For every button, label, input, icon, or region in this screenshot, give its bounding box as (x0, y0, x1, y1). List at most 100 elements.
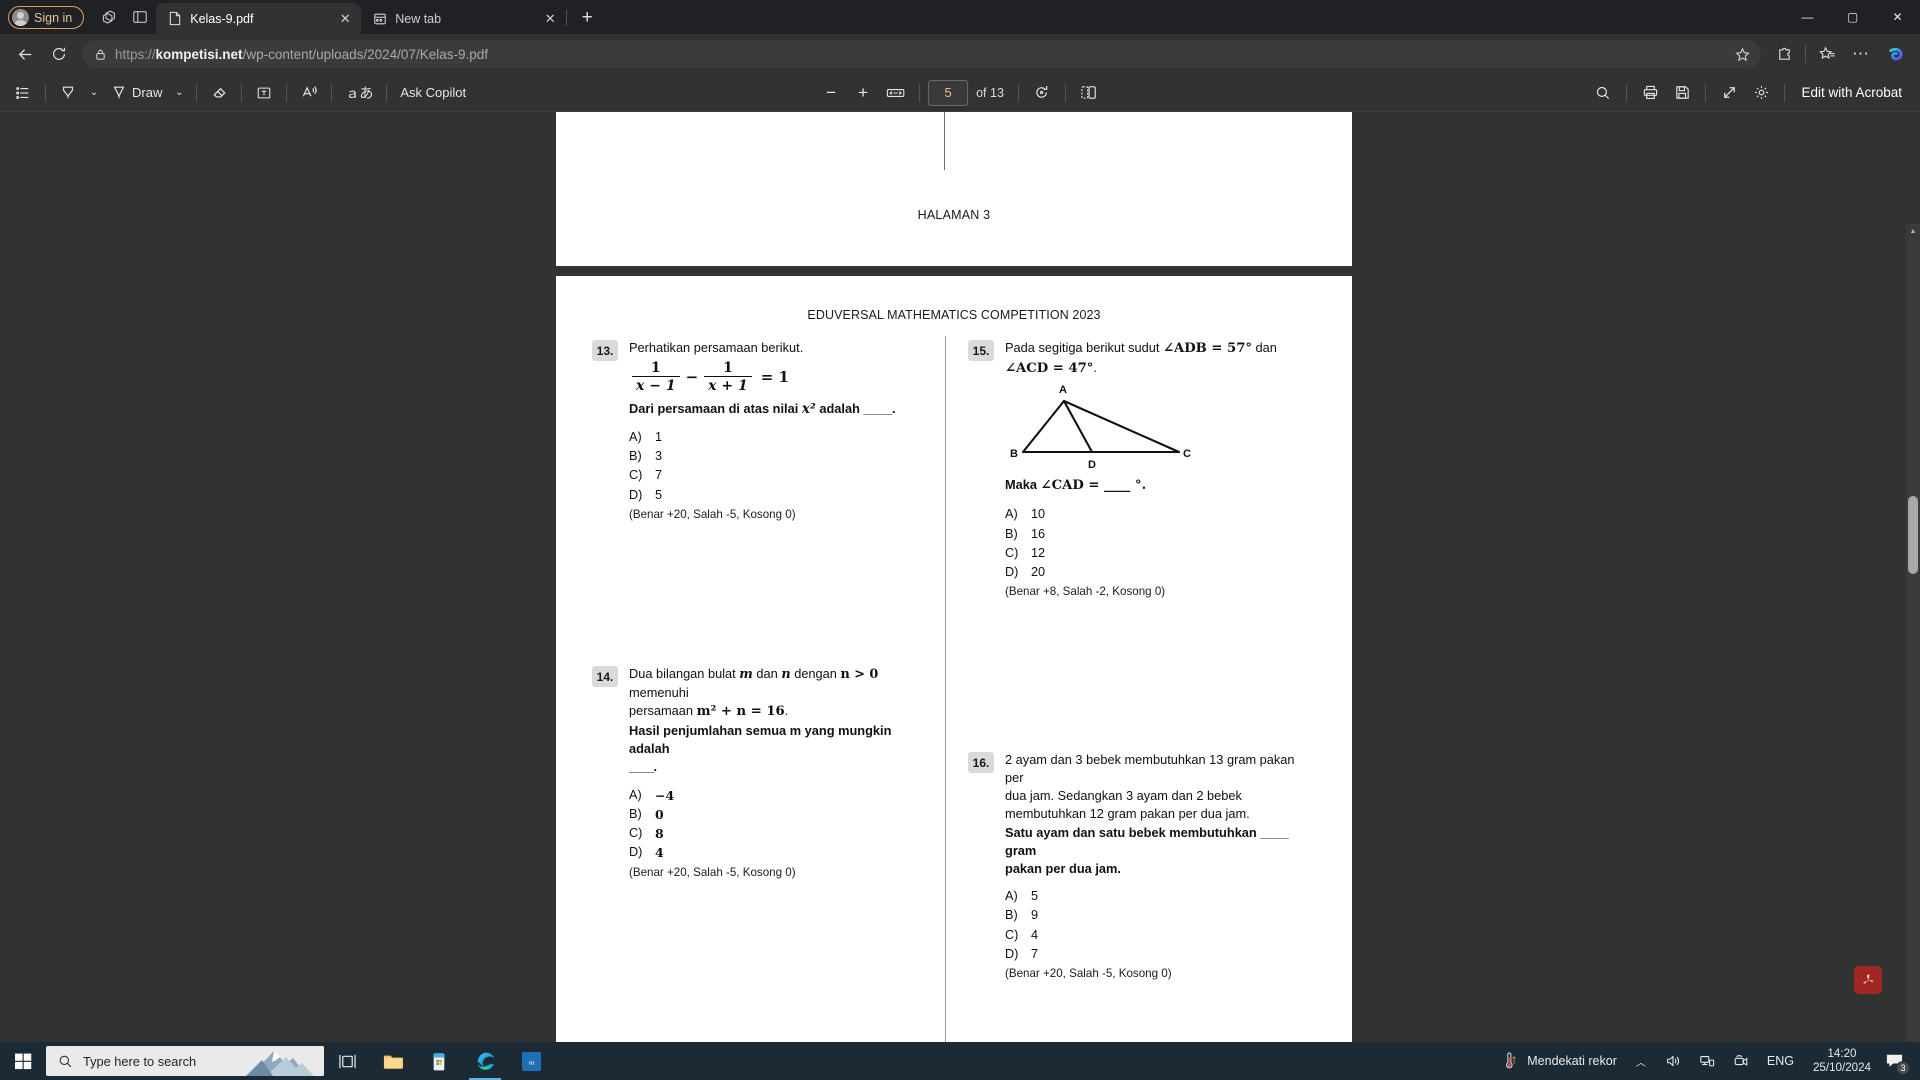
option-d[interactable]: D) 20 (1005, 563, 1277, 582)
vertical-scrollbar[interactable]: ▲ ▼ (1906, 224, 1920, 1042)
close-window-button[interactable]: ✕ (1875, 0, 1920, 34)
volume-icon[interactable] (1656, 1042, 1690, 1080)
option-a[interactable]: A) 1 (629, 428, 896, 447)
question-14: 14. Dua bilangan bulat m dan n dengan n … (592, 665, 922, 881)
page-layout-icon[interactable] (1074, 79, 1104, 107)
option-c[interactable]: C) 7 (629, 466, 896, 485)
option-value: 16 (1031, 526, 1046, 541)
copilot-icon[interactable] (1878, 39, 1912, 69)
scoring-note: (Benar +8, Salah -2, Kosong 0) (1005, 585, 1166, 599)
read-aloud-icon[interactable] (294, 79, 324, 107)
option-value: 4 (1031, 927, 1039, 942)
edit-with-acrobat-button[interactable]: Edit with Acrobat (1793, 79, 1910, 107)
tab-kelas-9-pdf[interactable]: Kelas-9.pdf ✕ (156, 3, 362, 34)
sign-in-button[interactable]: Sign in (8, 6, 85, 29)
page-number-input[interactable]: 5 (928, 79, 969, 106)
windows-start-icon[interactable] (0, 1042, 46, 1080)
microsoft-edge-icon[interactable] (462, 1042, 508, 1080)
task-view-icon[interactable] (324, 1042, 370, 1080)
question-15: 15. Pada segitiga berikut sudut ∠ADB = 5… (968, 339, 1298, 601)
url-domain: kompetisi.net (155, 46, 243, 62)
option-a[interactable]: A) −4 (629, 786, 922, 805)
option-d[interactable]: D) 7 (1005, 945, 1303, 964)
option-c[interactable]: C) 8 (629, 824, 922, 843)
star-icon[interactable] (1729, 42, 1755, 66)
eraser-icon[interactable] (204, 79, 234, 107)
new-tab-button[interactable]: + (573, 3, 601, 31)
question-stem-line-1: 2 ayam dan 3 bebek membutuhkan 13 gram p… (1005, 752, 1295, 786)
option-b[interactable]: B) 0 (629, 805, 922, 824)
network-icon[interactable] (1690, 1042, 1724, 1080)
option-d[interactable]: D) 5 (629, 486, 896, 505)
tab-close-icon[interactable]: ✕ (541, 10, 559, 28)
clock[interactable]: 14:20 25/10/2024 (1803, 1042, 1881, 1080)
app-icon[interactable]: ∞ (508, 1042, 554, 1080)
gear-icon[interactable] (1746, 79, 1776, 107)
language-indicator[interactable]: ENG (1758, 1042, 1803, 1080)
option-value: 20 (1031, 565, 1046, 580)
question-body: Pada segitiga berikut sudut ∠ADB = 57° d… (1005, 339, 1277, 601)
table-of-contents-icon[interactable] (8, 79, 38, 107)
ask-copilot-button[interactable]: Ask Copilot (394, 79, 472, 107)
option-a[interactable]: A) 10 (1005, 505, 1277, 524)
extensions-icon[interactable] (1767, 39, 1801, 69)
option-b[interactable]: B) 3 (629, 447, 896, 466)
question-stem-line-2: ∠ACD = 47°. (1005, 359, 1277, 379)
option-b[interactable]: B) 16 (1005, 525, 1277, 544)
fraction-numerator: 1 (723, 360, 733, 377)
acrobat-badge-icon[interactable] (1854, 966, 1882, 994)
tab-new-tab[interactable]: New tab ✕ (361, 3, 566, 34)
highlight-icon[interactable] (53, 79, 83, 107)
text-box-icon[interactable] (249, 79, 279, 107)
draw-button[interactable]: Draw (105, 79, 168, 107)
toolbar-divider (286, 83, 288, 102)
option-d[interactable]: D) 4 (629, 843, 922, 862)
translate-icon[interactable]: ａあ (339, 79, 379, 107)
split-screen-icon[interactable] (124, 3, 156, 31)
url-text: https://kompetisi.net/wp-content/uploads… (115, 47, 1721, 62)
back-button[interactable] (8, 39, 42, 69)
option-a[interactable]: A) 5 (1005, 887, 1303, 906)
option-b[interactable]: B) 9 (1005, 906, 1303, 925)
option-c[interactable]: C) 12 (1005, 544, 1277, 563)
microsoft-store-icon[interactable] (416, 1042, 462, 1080)
question-stem: Perhatikan persamaan berikut. (629, 340, 804, 355)
favorites-icon[interactable] (1810, 39, 1844, 69)
bold-prompt-math: x² (801, 400, 816, 417)
weather-widget[interactable]: Mendekati rekor (1493, 1042, 1626, 1080)
refresh-button[interactable] (42, 39, 76, 69)
search-input[interactable]: Type here to search (46, 1046, 324, 1076)
save-icon[interactable] (1667, 79, 1697, 107)
bold-prompt-tail: adalah ____. (819, 400, 896, 416)
highlight-caret-icon[interactable]: ⌄ (84, 79, 104, 107)
file-explorer-icon[interactable] (370, 1042, 416, 1080)
option-value: 12 (1031, 545, 1046, 560)
option-c[interactable]: C) 4 (1005, 926, 1303, 945)
pdf-viewer[interactable]: HALAMAN 3 EDUVERSAL MATHEMATICS COMPETIT… (0, 112, 1920, 1042)
toolbar-divider (1017, 83, 1019, 102)
zoom-in-button[interactable]: + (848, 79, 878, 107)
answer-options: A) 5 B) 9 C) 4 D) 7 (1005, 887, 1303, 964)
draw-caret-icon[interactable]: ⌄ (169, 79, 189, 107)
maximize-button[interactable]: ▢ (1830, 0, 1875, 34)
scroll-up-arrow-icon[interactable]: ▲ (1906, 224, 1920, 238)
print-icon[interactable] (1635, 79, 1665, 107)
scoring-note: (Benar +20, Salah -5, Kosong 0) (629, 507, 796, 521)
tab-close-icon[interactable]: ✕ (336, 10, 354, 28)
scrollbar-thumb[interactable] (1908, 496, 1918, 574)
question-13: 13. Perhatikan persamaan berikut. 1 x − … (592, 339, 912, 523)
minimize-button[interactable]: — (1785, 0, 1830, 34)
fraction-one: 1 x − 1 (632, 361, 680, 394)
zoom-out-button[interactable]: − (816, 79, 846, 107)
fit-page-icon[interactable] (880, 79, 911, 107)
notifications-icon[interactable]: 3 (1881, 1042, 1914, 1080)
tab-search-icon[interactable] (92, 3, 124, 31)
url-input[interactable]: https://kompetisi.net/wp-content/uploads… (82, 40, 1761, 68)
option-letter: B) (629, 449, 642, 464)
settings-more-icon[interactable]: ⋯ (1844, 39, 1878, 69)
meet-now-icon[interactable] (1724, 1042, 1758, 1080)
tray-chevron-icon[interactable]: ︿ (1626, 1042, 1656, 1080)
search-icon[interactable] (1588, 79, 1618, 107)
rotate-icon[interactable] (1027, 79, 1057, 107)
fullscreen-icon[interactable] (1714, 79, 1744, 107)
